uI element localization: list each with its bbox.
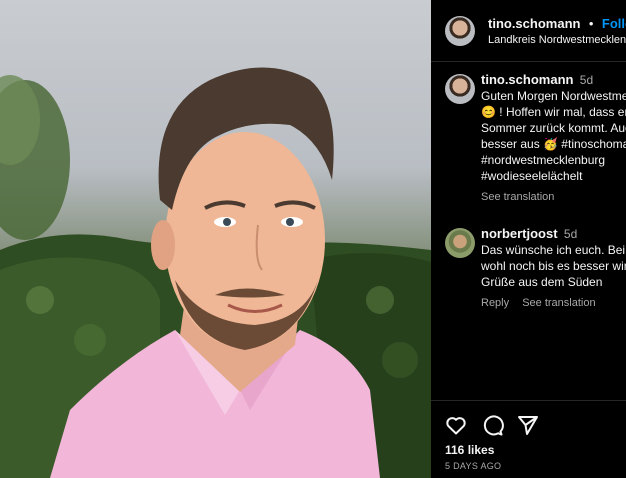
caption-line: Sommer zurück kommt. Auch so sieht es: [481, 121, 626, 135]
caption-meta: See translation: [481, 189, 626, 205]
caption-line: #nordwestmecklenburg: [481, 153, 606, 167]
post-timestamp[interactable]: 5 DAYS AGO: [445, 461, 501, 471]
follow-button[interactable]: Follow: [602, 16, 626, 31]
caption-line: #wodieseelelächelt: [481, 169, 583, 183]
separator-dot: •: [588, 16, 594, 31]
comment-icon[interactable]: [480, 413, 504, 437]
author-username[interactable]: tino.schomann: [488, 16, 580, 31]
paper-plane-icon[interactable]: [516, 413, 540, 437]
caption-username[interactable]: tino.schomann: [481, 72, 573, 87]
post-photo[interactable]: [0, 0, 431, 478]
heart-icon[interactable]: [444, 413, 468, 437]
caption-line: besser aus 🥳 #tinoschomann: [481, 137, 626, 151]
post-actions: 116 likes 5 DAYS AGO: [431, 400, 626, 478]
caption-time: 5d: [579, 73, 594, 87]
author-avatar[interactable]: [445, 16, 475, 46]
caption-line: Guten Morgen Nordwestmecklenburg: [481, 89, 626, 103]
post-details-panel: tino.schomann • Follow Landkreis Nordwes…: [431, 0, 626, 478]
caption-body: tino.schomann 5d Guten Morgen Nordwestme…: [481, 72, 626, 205]
post-location[interactable]: Landkreis Nordwestmecklenburg: [488, 34, 626, 46]
reply-button[interactable]: Reply: [481, 297, 509, 309]
comment-line: Das wünsche ich euch. Bei uns dauert es: [481, 243, 626, 257]
caption-see-translation[interactable]: See translation: [481, 191, 554, 203]
caption-line: 😊 ! Hoffen wir mal, dass endlich der: [481, 105, 626, 119]
comment-time: 5d: [563, 227, 578, 241]
comment-meta: Reply See translation: [481, 295, 626, 311]
comments-list[interactable]: tino.schomann 5d Guten Morgen Nordwestme…: [431, 62, 626, 400]
likes-count[interactable]: 116 likes: [445, 443, 494, 457]
portrait-image: [0, 67, 431, 478]
commenter-avatar[interactable]: [445, 228, 475, 258]
commenter-username[interactable]: norbertjoost: [481, 226, 558, 241]
comment-line: Grüße aus dem Süden: [481, 275, 603, 289]
comment-body: norbertjoost 5d Das wünsche ich euch. Be…: [481, 226, 626, 311]
comment-see-translation[interactable]: See translation: [522, 297, 595, 309]
header-title-row: tino.schomann • Follow: [488, 15, 626, 33]
caption-avatar[interactable]: [445, 74, 475, 104]
post-header: tino.schomann • Follow Landkreis Nordwes…: [431, 0, 626, 62]
comment-line: wohl noch bis es besser wird. Viele: [481, 259, 626, 273]
